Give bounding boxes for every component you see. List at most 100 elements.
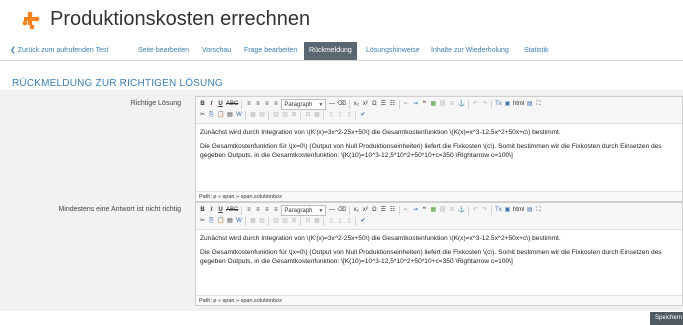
- paste-word-icon[interactable]: W: [235, 217, 242, 226]
- paste-text-icon[interactable]: ▤: [226, 217, 233, 226]
- copy-icon[interactable]: ⎘: [208, 111, 215, 120]
- merge-cells-icon[interactable]: ⊞: [290, 217, 297, 226]
- underline-button[interactable]: U: [217, 100, 224, 109]
- blockquote-icon[interactable]: ❝: [421, 100, 428, 109]
- superscript-icon[interactable]: x²: [362, 206, 369, 215]
- special-char-icon[interactable]: Ω: [371, 206, 378, 215]
- subscript-icon[interactable]: x₂: [353, 206, 360, 215]
- paste-icon[interactable]: 📋: [217, 111, 224, 120]
- split-cells-icon[interactable]: ⊟: [304, 111, 311, 120]
- fullscreen-icon[interactable]: ⛶: [535, 100, 542, 109]
- bold-button[interactable]: B: [199, 100, 206, 109]
- paste-word-icon[interactable]: W: [235, 111, 242, 120]
- undo-icon[interactable]: ↶: [472, 206, 479, 215]
- anchor-icon[interactable]: ⚓: [457, 100, 464, 109]
- format-select[interactable]: Paragraph ▼: [281, 205, 327, 216]
- insert-table-icon[interactable]: ▦: [430, 206, 437, 215]
- cut-icon[interactable]: ✂: [199, 111, 206, 120]
- tab-solution-hints[interactable]: Lösungshinweise: [361, 42, 425, 60]
- eraser-icon[interactable]: ⌫: [337, 100, 345, 109]
- subscript-icon[interactable]: x₂: [353, 100, 360, 109]
- numbered-list-icon[interactable]: ☷: [389, 206, 396, 215]
- table-icon[interactable]: ▦: [249, 111, 256, 120]
- special-char-icon[interactable]: Ω: [371, 100, 378, 109]
- tab-preview[interactable]: Vorschau: [197, 42, 236, 60]
- nonbreak-icon[interactable]: ▯: [345, 217, 352, 226]
- rich-text-editor-incorrect[interactable]: B I U ABC ≡ ≡ ≡ ≡ Paragraph ▼ — ⌫ x₂ x² Ω…: [195, 202, 683, 306]
- editor-content[interactable]: Zunächst wird durch Integration von \(K'…: [200, 128, 678, 165]
- horizontal-rule-icon[interactable]: —: [328, 206, 335, 215]
- insert-table-icon[interactable]: ▦: [430, 100, 437, 109]
- format-select[interactable]: Paragraph ▼: [281, 99, 327, 110]
- table-col-icon[interactable]: ▥: [272, 111, 279, 120]
- link-icon[interactable]: ⛓: [439, 100, 447, 109]
- pagebreak-icon[interactable]: ▯: [336, 217, 343, 226]
- strikethrough-button[interactable]: ABC: [226, 206, 238, 215]
- outdent-icon[interactable]: ⇤: [403, 206, 410, 215]
- pagebreak-icon[interactable]: ▯: [336, 111, 343, 120]
- visual-aid-icon[interactable]: ▯: [327, 217, 334, 226]
- delete-col-icon[interactable]: ▥: [281, 217, 288, 226]
- table-col-icon[interactable]: ▥: [272, 217, 279, 226]
- outdent-icon[interactable]: ⇤: [403, 100, 410, 109]
- cut-icon[interactable]: ✂: [199, 217, 206, 226]
- html-icon[interactable]: html: [513, 100, 524, 109]
- bold-button[interactable]: B: [199, 206, 206, 215]
- numbered-list-icon[interactable]: ☷: [389, 100, 396, 109]
- editor-content[interactable]: Zunächst wird durch Integration von \(K'…: [200, 234, 678, 271]
- tab-feedback[interactable]: Rückmeldung: [304, 42, 357, 60]
- tab-review-content[interactable]: Inhalte zur Wiederholung: [426, 42, 514, 60]
- align-center-icon[interactable]: ≡: [254, 100, 261, 109]
- redo-icon[interactable]: ↷: [481, 206, 488, 215]
- align-left-icon[interactable]: ≡: [245, 206, 252, 215]
- fullscreen-icon[interactable]: ⛶: [535, 206, 542, 215]
- indent-icon[interactable]: ⇥: [412, 206, 419, 215]
- align-justify-icon[interactable]: ≡: [272, 206, 279, 215]
- italic-button[interactable]: I: [208, 206, 215, 215]
- spellcheck-icon[interactable]: ✔: [359, 217, 366, 226]
- link-icon[interactable]: ⛓: [439, 206, 447, 215]
- superscript-icon[interactable]: x²: [362, 100, 369, 109]
- tab-edit-page[interactable]: Seite bearbeiten: [133, 42, 194, 60]
- strikethrough-button[interactable]: ABC: [226, 100, 238, 109]
- tab-statistics[interactable]: Statistik: [519, 42, 554, 60]
- tab-edit-question[interactable]: Frage bearbeiten: [239, 42, 302, 60]
- delete-col-icon[interactable]: ▥: [281, 111, 288, 120]
- align-justify-icon[interactable]: ≡: [272, 100, 279, 109]
- visual-aid-icon[interactable]: ▯: [327, 111, 334, 120]
- save-button[interactable]: Speichern: [650, 312, 683, 325]
- cell-props-icon[interactable]: ▦: [313, 217, 320, 226]
- cell-props-icon[interactable]: ▦: [313, 111, 320, 120]
- image-icon[interactable]: ▣: [504, 206, 511, 215]
- spellcheck-icon[interactable]: ✔: [359, 111, 366, 120]
- media-icon[interactable]: ▤: [526, 206, 533, 215]
- redo-icon[interactable]: ↷: [481, 100, 488, 109]
- eraser-icon[interactable]: ⌫: [337, 206, 345, 215]
- unlink-icon[interactable]: ⊘: [448, 206, 455, 215]
- align-right-icon[interactable]: ≡: [263, 100, 270, 109]
- table-row-icon[interactable]: ▤: [258, 217, 265, 226]
- html-icon[interactable]: html: [513, 206, 524, 215]
- unlink-icon[interactable]: ⊘: [448, 100, 455, 109]
- rich-text-editor-correct[interactable]: B I U ABC ≡ ≡ ≡ ≡ Paragraph ▼ — ⌫ x₂ x² Ω…: [195, 96, 683, 202]
- italic-button[interactable]: I: [208, 100, 215, 109]
- media-icon[interactable]: ▤: [526, 100, 533, 109]
- merge-cells-icon[interactable]: ⊞: [290, 111, 297, 120]
- blockquote-icon[interactable]: ❝: [421, 206, 428, 215]
- align-center-icon[interactable]: ≡: [254, 206, 261, 215]
- tex-icon[interactable]: Tx: [495, 100, 502, 109]
- tab-back[interactable]: ❮ Zurück zum aufrufenden Test: [5, 42, 113, 60]
- align-left-icon[interactable]: ≡: [245, 100, 252, 109]
- split-cells-icon[interactable]: ⊟: [304, 217, 311, 226]
- undo-icon[interactable]: ↶: [472, 100, 479, 109]
- image-icon[interactable]: ▣: [504, 100, 511, 109]
- copy-icon[interactable]: ⎘: [208, 217, 215, 226]
- paste-icon[interactable]: 📋: [217, 217, 224, 226]
- bullet-list-icon[interactable]: ☰: [380, 206, 387, 215]
- horizontal-rule-icon[interactable]: —: [328, 100, 335, 109]
- paste-text-icon[interactable]: ▤: [226, 111, 233, 120]
- bullet-list-icon[interactable]: ☰: [380, 100, 387, 109]
- tex-icon[interactable]: Tx: [495, 206, 502, 215]
- underline-button[interactable]: U: [217, 206, 224, 215]
- table-row-icon[interactable]: ▤: [258, 111, 265, 120]
